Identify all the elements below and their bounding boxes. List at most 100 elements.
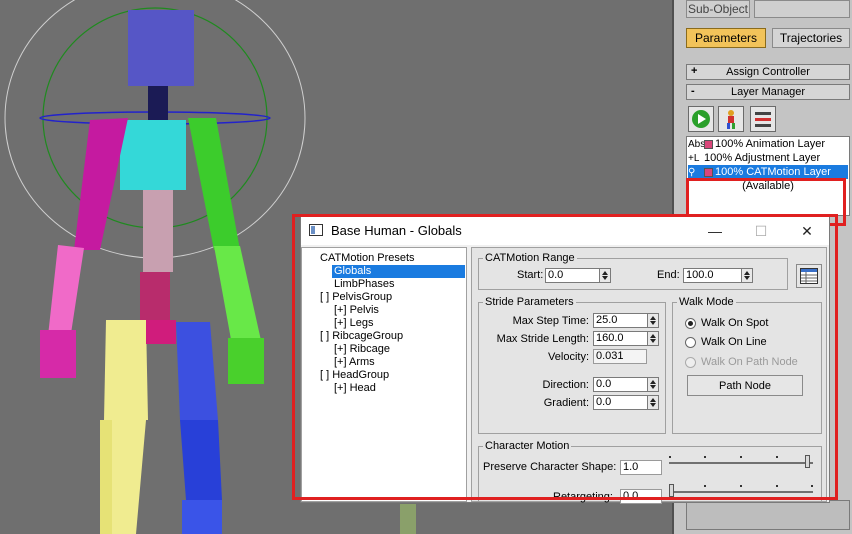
- spinner-arrows-icon[interactable]: [648, 395, 659, 410]
- rig-right-forearm: [214, 246, 262, 345]
- rollout-assign-controller[interactable]: + Assign Controller: [686, 64, 850, 80]
- max-stride-length-field[interactable]: 160.0: [593, 331, 648, 346]
- rig-left-calf-shade: [100, 420, 112, 534]
- slider-thumb[interactable]: [669, 484, 674, 497]
- rig-right-foot: [182, 500, 222, 534]
- radio-dot: [685, 356, 696, 368]
- radio-label: Walk On Path Node: [701, 356, 798, 368]
- tree-item[interactable]: [+] Legs: [332, 317, 375, 330]
- preserve-shape-slider[interactable]: [669, 453, 813, 469]
- command-panel-lower: [686, 500, 850, 530]
- end-field[interactable]: 100.0: [683, 268, 742, 283]
- layer-type-abs: Abs: [688, 138, 706, 150]
- spinner-arrows-icon[interactable]: [600, 268, 611, 283]
- max-stride-length-spinner[interactable]: 160.0: [593, 331, 659, 346]
- retargeting-label: Retargeting:: [553, 491, 613, 503]
- velocity-field: 0.031: [593, 349, 647, 364]
- walk-mode-group: Walk Mode Walk On Spot Walk On Line Walk…: [672, 296, 822, 434]
- max-step-time-label: Max Step Time:: [512, 315, 589, 327]
- direction-field[interactable]: 0.0: [593, 377, 648, 392]
- velocity-label: Velocity:: [548, 351, 589, 363]
- sub-object-dropdown[interactable]: [754, 0, 850, 18]
- catmotion-layer-icon: ⚲: [688, 166, 696, 178]
- tree-item[interactable]: [ ] HeadGroup: [318, 369, 391, 382]
- slider-tick: [811, 485, 813, 487]
- preset-tree: CATMotion Presets Globals LimbPhases [ ]…: [301, 247, 467, 502]
- tree-item[interactable]: CATMotion Presets: [318, 252, 417, 265]
- max-step-time-spinner[interactable]: 25.0: [593, 313, 659, 328]
- spinner-arrows-icon[interactable]: [648, 377, 659, 392]
- start-label: Start:: [517, 269, 544, 281]
- rig-right-shin: [180, 420, 222, 500]
- tree-item[interactable]: [ ] PelvisGroup: [318, 291, 394, 304]
- tab-trajectories[interactable]: Trajectories: [772, 28, 850, 48]
- parameters-pane: CATMotion Range Start: 0.0 End: 100.0 St…: [471, 247, 827, 504]
- rig-neck: [148, 86, 168, 120]
- retargeting-field[interactable]: 0.0: [620, 489, 662, 504]
- group-title: Walk Mode: [677, 296, 736, 308]
- end-spinner[interactable]: 100.0: [683, 268, 753, 283]
- slider-track: [669, 462, 813, 464]
- retargeting-slider[interactable]: [669, 482, 813, 498]
- spreadsheet-icon[interactable]: [796, 264, 822, 288]
- rig-head: [128, 10, 194, 86]
- tree-item[interactable]: [+] Arms: [332, 356, 377, 369]
- gradient-spinner[interactable]: 0.0: [593, 395, 659, 410]
- path-node-button[interactable]: Path Node: [687, 375, 803, 396]
- slider-thumb[interactable]: [805, 455, 810, 468]
- spinner-arrows-icon[interactable]: [648, 331, 659, 346]
- minimize-icon[interactable]: —: [705, 221, 725, 241]
- radio-walk-on-line[interactable]: Walk On Line: [685, 336, 767, 348]
- tree-item[interactable]: [+] Ribcage: [332, 343, 392, 356]
- direction-spinner[interactable]: 0.0: [593, 377, 659, 392]
- layer-label: 100% CATMotion Layer: [715, 166, 831, 178]
- tree-item[interactable]: LimbPhases: [332, 278, 397, 291]
- tree-item[interactable]: [+] Pelvis: [332, 304, 381, 317]
- radio-walk-on-spot[interactable]: Walk On Spot: [685, 317, 768, 329]
- layer-type-local: +L: [688, 152, 700, 164]
- preserve-shape-field[interactable]: 1.0: [620, 460, 662, 475]
- slider-track: [669, 491, 813, 493]
- slider-tick: [669, 456, 671, 458]
- rollout-label: Assign Controller: [726, 66, 810, 78]
- stride-parameters-group: Stride Parameters Max Step Time: 25.0 Ma…: [478, 296, 666, 434]
- rollout-layer-manager[interactable]: - Layer Manager: [686, 84, 850, 100]
- play-icon[interactable]: [688, 106, 714, 132]
- dialog-titlebar[interactable]: Base Human - Globals — ☐ ✕: [301, 217, 829, 245]
- tree-item[interactable]: [+] Head: [332, 382, 378, 395]
- catmotion-figure-icon[interactable]: [718, 106, 744, 132]
- dialog-body: CATMotion Presets Globals LimbPhases [ ]…: [301, 245, 829, 504]
- tab-parameters[interactable]: Parameters: [686, 28, 766, 48]
- slider-tick: [740, 485, 742, 487]
- start-field[interactable]: 0.0: [545, 268, 600, 283]
- radio-dot[interactable]: [685, 317, 696, 329]
- spinner-arrows-icon[interactable]: [742, 268, 753, 283]
- max-stride-length-label: Max Stride Length:: [496, 333, 589, 345]
- layer-row-adjustment[interactable]: +L 100% Adjustment Layer: [688, 151, 848, 165]
- max-step-time-field[interactable]: 25.0: [593, 313, 648, 328]
- preserve-shape-label: Preserve Character Shape:: [483, 461, 617, 473]
- rig-pelvis: [140, 272, 170, 320]
- rig-right-thigh: [176, 322, 218, 420]
- end-label: End:: [657, 269, 680, 281]
- layer-color-swatch: [704, 139, 713, 149]
- radio-walk-on-path-node: Walk On Path Node: [685, 356, 798, 368]
- sub-object-button[interactable]: Sub-Object: [686, 0, 750, 18]
- rollout-label: Layer Manager: [731, 86, 805, 98]
- layer-available-text: (Available): [742, 180, 794, 192]
- tree-item[interactable]: [ ] RibcageGroup: [318, 330, 405, 343]
- spinner-arrows-icon[interactable]: [648, 313, 659, 328]
- maximize-icon[interactable]: ☐: [751, 221, 771, 241]
- layer-row-animation[interactable]: Abs 100% Animation Layer: [688, 137, 848, 151]
- rig-right-upperarm: [188, 118, 240, 250]
- close-icon[interactable]: ✕: [797, 221, 817, 241]
- radio-dot[interactable]: [685, 336, 696, 348]
- layer-list-icon[interactable]: [750, 106, 776, 132]
- tree-item-globals[interactable]: Globals: [332, 265, 465, 278]
- direction-label: Direction:: [542, 379, 589, 391]
- slider-tick: [776, 485, 778, 487]
- dialog-title: Base Human - Globals: [331, 223, 462, 238]
- gradient-field[interactable]: 0.0: [593, 395, 648, 410]
- start-spinner[interactable]: 0.0: [545, 268, 611, 283]
- layer-row-catmotion[interactable]: ⚲ 100% CATMotion Layer: [688, 165, 848, 179]
